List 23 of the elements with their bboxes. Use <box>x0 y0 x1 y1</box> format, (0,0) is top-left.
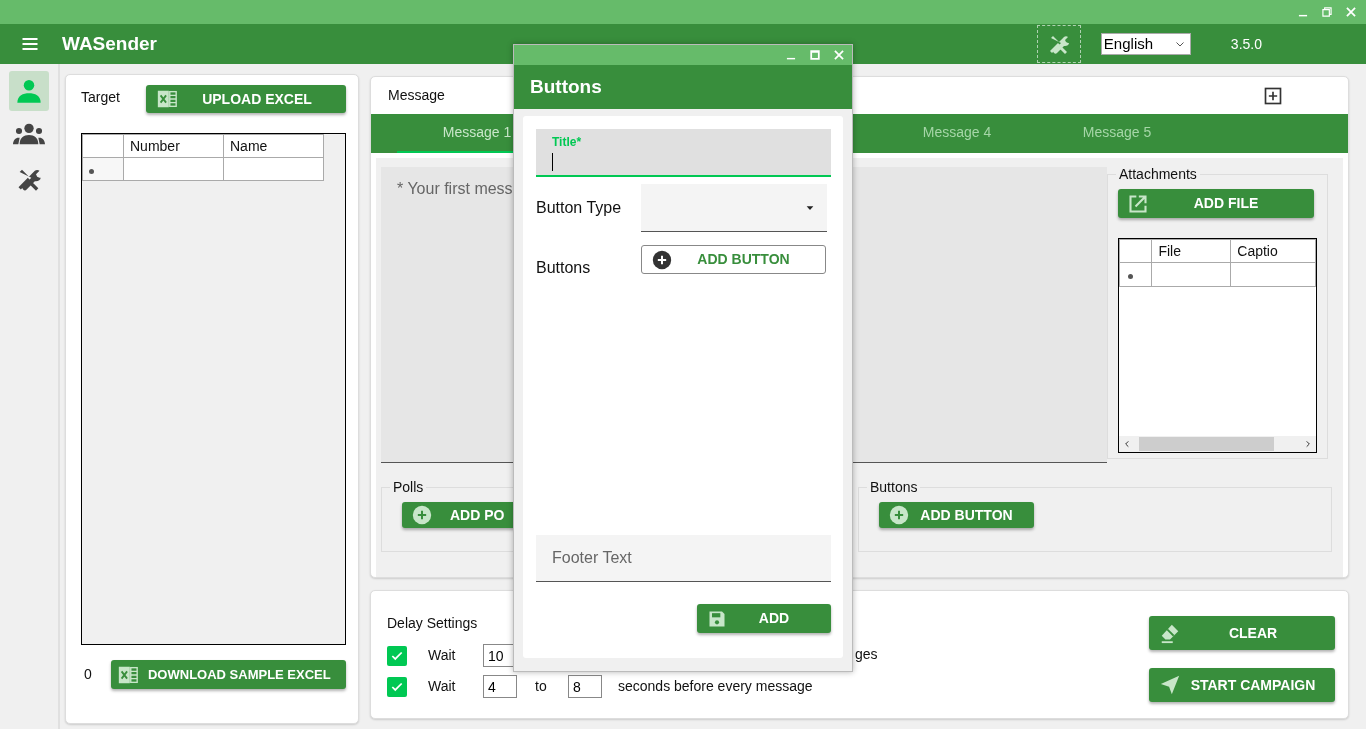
app-title: WASender <box>62 31 158 56</box>
attachments-label: Attachments <box>1118 167 1198 181</box>
delay-description: ges <box>855 645 878 664</box>
message-label: Message <box>388 86 445 105</box>
to-label: to <box>535 677 548 696</box>
row-count: 0 <box>84 665 93 684</box>
buttons-label: Buttons <box>869 480 919 494</box>
version-label: 3.5.0 <box>1230 34 1262 54</box>
language-value: English <box>1103 33 1154 54</box>
wait-label: Wait <box>428 677 457 696</box>
column-header: File <box>1151 239 1231 263</box>
delay-settings-label: Delay Settings <box>387 615 478 631</box>
column-header: Captio <box>1230 239 1316 263</box>
delay-description: seconds before every message <box>618 677 813 696</box>
wait-label: Wait <box>428 646 457 665</box>
column-header: Name <box>223 134 324 158</box>
buttons-label: Buttons <box>536 258 592 278</box>
dialog-title: Buttons <box>514 65 852 109</box>
placeholder-text: * Your first mess <box>397 180 513 197</box>
column-header: Number <box>123 134 224 158</box>
target-label: Target <box>81 88 121 107</box>
polls-label: Polls <box>392 480 425 494</box>
button-type-label: Button Type <box>536 198 623 218</box>
